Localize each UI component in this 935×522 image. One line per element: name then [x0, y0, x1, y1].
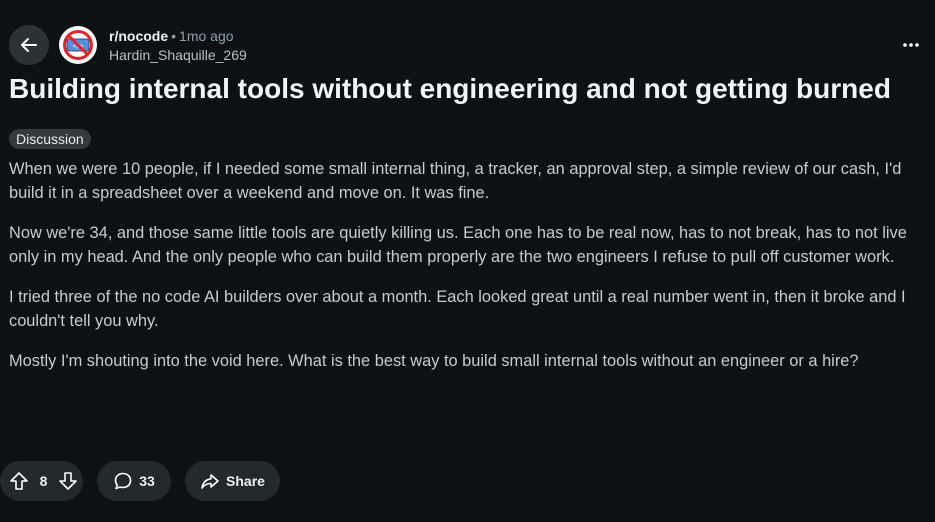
nocode-logo-icon: </>	[60, 27, 96, 63]
comments-button[interactable]: 33	[97, 461, 171, 501]
share-button[interactable]: Share	[185, 461, 280, 501]
author-name[interactable]: Hardin_Shaquille_269	[109, 46, 247, 64]
arrow-up-icon[interactable]	[9, 471, 29, 491]
subreddit-avatar[interactable]: </>	[59, 26, 97, 64]
meta-separator: •	[171, 28, 177, 44]
post-paragraph: When we were 10 people, if I needed some…	[9, 160, 902, 202]
comment-count: 33	[139, 473, 155, 489]
more-options-button[interactable]	[896, 33, 926, 57]
vote-control: 8	[0, 461, 83, 501]
back-button[interactable]	[9, 25, 49, 65]
post-title: Building internal tools without engineer…	[9, 73, 891, 104]
post-time: 1mo ago	[179, 28, 234, 44]
post-body: When we were 10 people, if I needed some…	[9, 157, 933, 389]
arrow-down-icon[interactable]	[58, 471, 78, 491]
post-meta: r/nocode • 1mo ago Hardin_Shaquille_269	[109, 27, 247, 64]
arrow-left-icon	[19, 35, 39, 55]
ellipsis-icon	[902, 42, 920, 48]
post-paragraph: Now we're 34, and those same little tool…	[9, 224, 907, 266]
post-actions: 8 33 Share	[0, 461, 280, 501]
share-label: Share	[226, 473, 265, 489]
post-flair[interactable]: Discussion	[9, 129, 91, 149]
share-arrow-icon	[200, 471, 220, 491]
post-paragraph: I tried three of the no code AI builders…	[9, 288, 906, 330]
subreddit-name[interactable]: r/nocode	[109, 28, 168, 44]
speech-bubble-icon	[113, 471, 133, 491]
vote-count: 8	[39, 473, 48, 489]
post-paragraph: Mostly I'm shouting into the void here. …	[9, 352, 859, 370]
